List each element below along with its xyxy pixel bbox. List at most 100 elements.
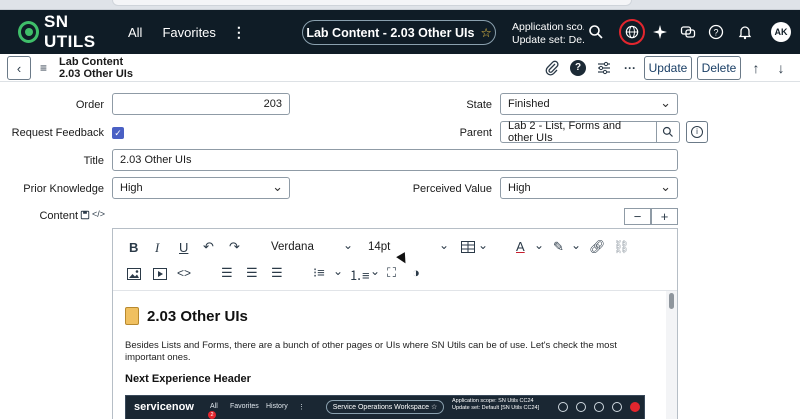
editor-scrollbar[interactable]: [666, 291, 677, 419]
redo-icon[interactable]: ↷: [229, 239, 240, 255]
reference-lookup-button[interactable]: [656, 121, 680, 143]
sn-utils-logo[interactable]: SN UTILS: [18, 12, 120, 52]
embed-chat-icon: [576, 402, 586, 412]
update-button[interactable]: Update: [644, 56, 692, 80]
table-icon[interactable]: [461, 241, 475, 253]
chevron-down-icon[interactable]: ⌄: [343, 238, 353, 252]
unlink-icon[interactable]: ⛓︎: [613, 239, 630, 255]
embed-scope: Application scope: SN Utils CC24 Update …: [452, 398, 539, 412]
record-heading: Lab Content 2.03 Other UIs: [59, 56, 133, 80]
nav-all[interactable]: All: [128, 25, 142, 40]
bold-icon[interactable]: B: [129, 240, 138, 255]
request-feedback-checkbox[interactable]: ✓: [112, 127, 124, 139]
link-icon[interactable]: 🔗︎: [589, 239, 606, 255]
embed-help-icon: [594, 402, 604, 412]
record-title-pill[interactable]: Lab Content - 2.03 Other UIs ☆: [302, 20, 496, 45]
perceived-value-select[interactable]: High: [500, 177, 678, 199]
font-family-select[interactable]: Verdana: [271, 241, 314, 253]
content-subheading: Next Experience Header: [125, 373, 251, 385]
underline-icon[interactable]: U: [179, 240, 188, 255]
shrink-editor-button[interactable]: −: [624, 208, 651, 225]
chevron-down-icon[interactable]: ⌄: [370, 264, 380, 278]
content-heading: 2.03 Other UIs: [125, 307, 248, 325]
nav-more-icon[interactable]: ⋮: [232, 24, 246, 41]
plus-icon: +: [660, 209, 669, 224]
prior-knowledge-select[interactable]: High: [112, 177, 290, 199]
settings-sliders-icon[interactable]: [596, 60, 612, 76]
bullet-list-icon[interactable]: ⁝≡: [313, 265, 325, 281]
font-size-select[interactable]: 14pt: [368, 241, 390, 253]
media-icon[interactable]: [153, 268, 167, 280]
chevron-down-icon[interactable]: ⌄: [333, 264, 343, 278]
embed-update-set-line: Update set: Default [SN Utils CC24]: [452, 405, 540, 411]
parent-label: Parent: [459, 127, 492, 139]
embed-avatar-icon: [630, 402, 640, 412]
attachment-icon[interactable]: [544, 60, 560, 76]
contrast-icon[interactable]: ◑: [412, 265, 420, 280]
embed-scope-line: Application scope: SN Utils CC24: [452, 398, 534, 404]
text-color-icon[interactable]: A: [516, 239, 525, 254]
order-input[interactable]: 203: [112, 93, 290, 115]
delete-button[interactable]: Delete: [697, 56, 741, 80]
embed-link-history: History: [266, 403, 288, 410]
chat-icon[interactable]: [680, 24, 696, 40]
reference-info-button[interactable]: i: [686, 121, 708, 143]
context-menu-icon[interactable]: ≡: [40, 61, 47, 75]
search-icon[interactable]: [588, 24, 604, 40]
chevron-left-icon: ‹: [16, 60, 22, 76]
back-button[interactable]: ‹: [7, 56, 31, 80]
fullscreen-icon[interactable]: ⛶: [387, 265, 396, 281]
editor-toolbar: B I U ↶ ↷ Verdana ⌄ 14pt ⌄ ⌄ A ⌄ ✎ ⌄ 🔗︎ …: [113, 229, 677, 291]
state-select[interactable]: Finished: [500, 93, 678, 115]
embed-badge: 2: [208, 411, 216, 419]
title-input[interactable]: 2.03 Other UIs: [112, 149, 678, 171]
state-value: Finished: [508, 98, 550, 110]
prior-knowledge-value: High: [120, 182, 143, 194]
undo-icon[interactable]: ↶: [203, 239, 214, 255]
arrow-down-icon[interactable]: ↓: [773, 60, 789, 76]
chevron-down-icon[interactable]: ⌄: [571, 238, 581, 252]
nav-favorites[interactable]: Favorites: [162, 25, 215, 40]
info-icon: i: [691, 126, 703, 138]
chevron-down-icon[interactable]: ⌄: [439, 238, 449, 252]
globe-icon: [625, 25, 639, 39]
logo-text: SN UTILS: [43, 12, 96, 51]
embed-link-all: All: [210, 403, 218, 410]
save-icon[interactable]: [80, 210, 90, 220]
numbered-list-icon[interactable]: ⒈≡: [349, 265, 370, 284]
italic-icon[interactable]: I: [155, 240, 159, 256]
svg-text:?: ?: [713, 28, 718, 38]
embed-bell-icon: [612, 402, 622, 412]
source-code-icon[interactable]: <>: [177, 266, 191, 280]
heading-text: 2.03 Other UIs: [147, 307, 248, 325]
code-view-icon[interactable]: </>: [92, 209, 105, 219]
help-icon[interactable]: ?: [570, 60, 586, 76]
user-avatar[interactable]: AK: [771, 22, 791, 42]
align-right-icon[interactable]: ☰: [271, 265, 283, 281]
scrollbar-thumb[interactable]: [669, 293, 674, 309]
application-scope[interactable]: Application sco... Update set: De...: [512, 21, 584, 47]
align-center-icon[interactable]: ☰: [246, 265, 258, 281]
arrow-up-icon[interactable]: ↑: [748, 60, 764, 76]
more-actions-icon[interactable]: ···: [622, 60, 638, 76]
highlight-color-icon[interactable]: ✎: [553, 239, 564, 255]
parent-reference-input[interactable]: Lab 2 - List, Forms and other UIs: [500, 120, 657, 144]
editor-content[interactable]: 2.03 Other UIs Besides Lists and Forms, …: [113, 291, 666, 419]
image-icon[interactable]: [127, 268, 141, 280]
sparkle-icon[interactable]: [652, 24, 668, 40]
table-name: Lab Content: [59, 56, 124, 68]
gear-logo-icon: [18, 21, 39, 43]
update-set-line: Update set: De...: [512, 34, 584, 46]
align-left-icon[interactable]: ☰: [221, 265, 233, 281]
chevron-down-icon[interactable]: ⌄: [534, 238, 544, 252]
bell-icon[interactable]: [737, 24, 753, 40]
prior-knowledge-label: Prior Knowledge: [23, 183, 104, 195]
expand-editor-button[interactable]: +: [651, 208, 678, 225]
browser-address-bar[interactable]: [112, 0, 632, 6]
perceived-value-value: High: [508, 182, 531, 194]
chevron-down-icon[interactable]: ⌄: [478, 238, 488, 252]
help-icon[interactable]: ?: [708, 24, 724, 40]
scope-selector[interactable]: [619, 19, 645, 45]
embed-link-favorites: Favorites: [230, 403, 259, 410]
star-icon[interactable]: ☆: [480, 25, 491, 40]
